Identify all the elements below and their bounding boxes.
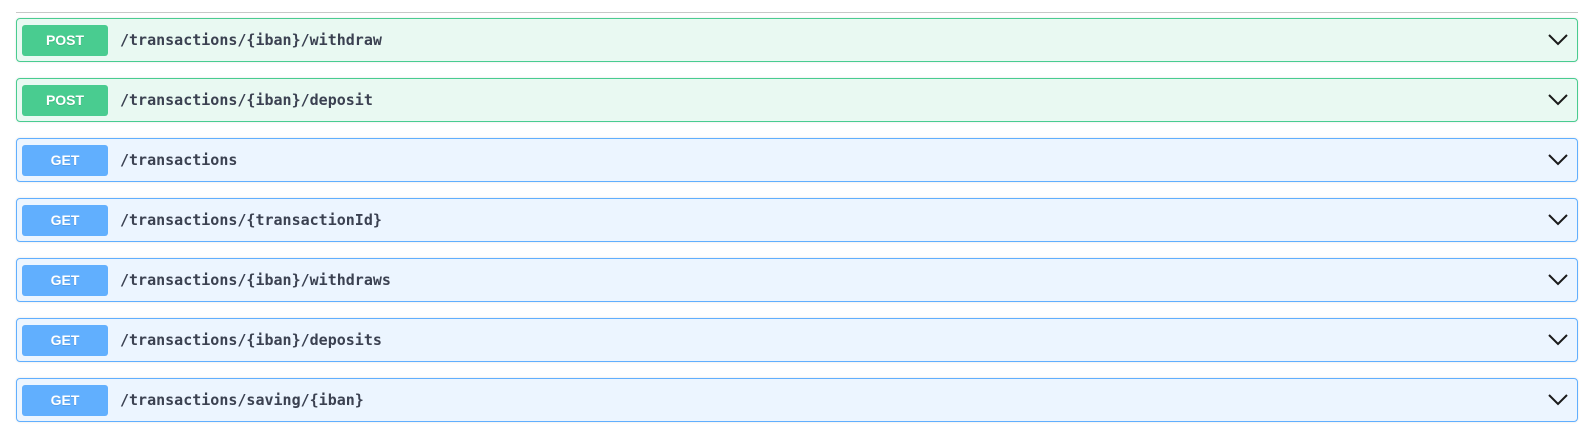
operation-path: /transactions/{iban}/deposits [120,331,382,349]
chevron-down-icon[interactable] [1546,28,1570,52]
operation-path: /transactions/saving/{iban} [120,391,364,409]
operation-get-transaction-by-id[interactable]: GET /transactions/{transactionId} [16,198,1578,242]
chevron-down-icon[interactable] [1546,88,1570,112]
chevron-down-icon[interactable] [1546,388,1570,412]
operation-get-transactions[interactable]: GET /transactions [16,138,1578,182]
chevron-down-icon[interactable] [1546,148,1570,172]
method-badge: GET [22,204,108,236]
method-badge: POST [22,24,108,56]
method-badge: GET [22,144,108,176]
operation-get-deposits[interactable]: GET /transactions/{iban}/deposits [16,318,1578,362]
operation-get-saving[interactable]: GET /transactions/saving/{iban} [16,378,1578,422]
chevron-down-icon[interactable] [1546,328,1570,352]
operation-path: /transactions/{iban}/withdraws [120,271,391,289]
operation-post-deposit[interactable]: POST /transactions/{iban}/deposit [16,78,1578,122]
operation-path: /transactions/{iban}/withdraw [120,31,382,49]
section-divider [16,12,1578,13]
operation-path: /transactions/{iban}/deposit [120,91,373,109]
method-badge: GET [22,384,108,416]
method-badge: GET [22,324,108,356]
operation-post-withdraw[interactable]: POST /transactions/{iban}/withdraw [16,18,1578,62]
operations-list: POST /transactions/{iban}/withdraw POST … [16,18,1578,438]
operation-path: /transactions [120,151,238,169]
method-badge: GET [22,264,108,296]
chevron-down-icon[interactable] [1546,268,1570,292]
operation-path: /transactions/{transactionId} [120,211,382,229]
chevron-down-icon[interactable] [1546,208,1570,232]
operation-get-withdraws[interactable]: GET /transactions/{iban}/withdraws [16,258,1578,302]
method-badge: POST [22,84,108,116]
